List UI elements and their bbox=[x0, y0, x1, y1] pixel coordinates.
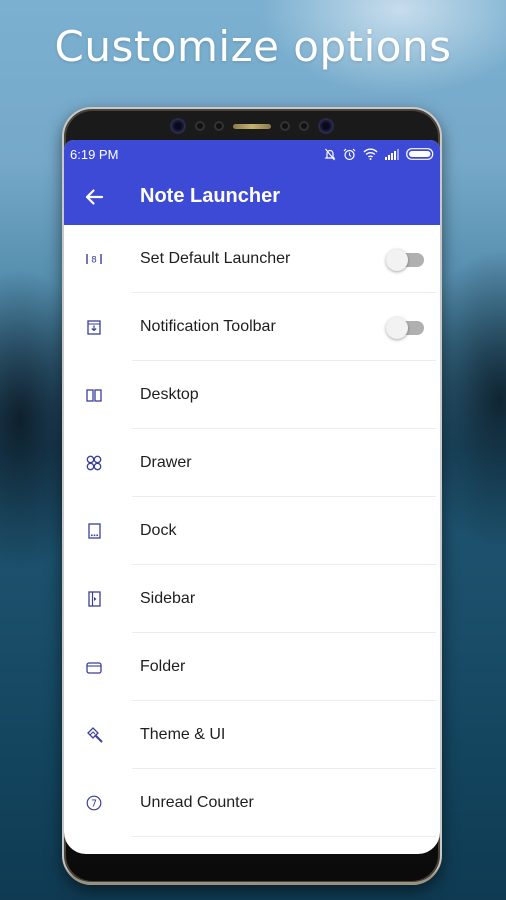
sensor-icon bbox=[214, 121, 224, 131]
iris-camera-icon bbox=[318, 118, 334, 134]
desktop-icon bbox=[64, 388, 124, 402]
toggle-thumb bbox=[386, 317, 408, 339]
settings-item-set-default-launcher[interactable]: 8 Set Default Launcher bbox=[64, 225, 440, 293]
phone-sensor-bar bbox=[170, 117, 334, 135]
silent-bell-icon bbox=[324, 148, 336, 160]
settings-item-label: Dock bbox=[140, 522, 177, 539]
toggle-thumb bbox=[386, 249, 408, 271]
settings-list: 8 Set Default Launcher Notification Tool… bbox=[64, 225, 440, 837]
settings-item-label: Theme & UI bbox=[140, 726, 226, 743]
sensor-icon bbox=[195, 121, 205, 131]
settings-item-dock[interactable]: Dock bbox=[64, 497, 440, 565]
wifi-icon bbox=[363, 148, 378, 160]
status-time: 6:19 PM bbox=[70, 146, 119, 162]
alarm-icon bbox=[343, 148, 356, 160]
sidebar-icon bbox=[64, 591, 124, 607]
folder-icon bbox=[64, 661, 124, 674]
app-bar: 6:19 PM Note Launcher bbox=[64, 140, 440, 225]
battery-icon bbox=[406, 148, 434, 160]
svg-text:8: 8 bbox=[91, 256, 97, 266]
settings-item-drawer[interactable]: Drawer bbox=[64, 429, 440, 497]
earpiece-speaker-icon bbox=[233, 123, 271, 129]
back-button[interactable] bbox=[64, 168, 124, 225]
theme-brush-icon bbox=[64, 726, 124, 744]
default-launcher-icon: 8 bbox=[64, 253, 124, 265]
unread-counter-icon: 7 bbox=[64, 795, 124, 811]
settings-item-label: Drawer bbox=[140, 454, 192, 471]
settings-item-label: Set Default Launcher bbox=[140, 250, 291, 267]
settings-item-folder[interactable]: Folder bbox=[64, 633, 440, 701]
front-camera-icon bbox=[170, 118, 186, 134]
dock-icon bbox=[64, 523, 124, 539]
settings-item-label: Unread Counter bbox=[140, 794, 254, 811]
page-title: Note Launcher bbox=[140, 185, 281, 207]
settings-item-notification-toolbar[interactable]: Notification Toolbar bbox=[64, 293, 440, 361]
notification-toolbar-icon bbox=[64, 319, 124, 335]
arrow-left-icon bbox=[85, 188, 104, 205]
settings-item-label: Notification Toolbar bbox=[140, 318, 276, 335]
drawer-icon bbox=[64, 455, 124, 471]
sensor-icon bbox=[280, 121, 290, 131]
sensor-icon bbox=[299, 121, 309, 131]
notification-toolbar-toggle[interactable] bbox=[386, 317, 424, 339]
settings-item-theme-ui[interactable]: Theme & UI bbox=[64, 701, 440, 769]
settings-item-label: Folder bbox=[140, 658, 186, 675]
set-default-launcher-toggle[interactable] bbox=[386, 249, 424, 271]
settings-item-desktop[interactable]: Desktop bbox=[64, 361, 440, 429]
phone-screen: 6:19 PM Note Launcher 8 Set Default Laun… bbox=[64, 140, 440, 854]
promo-headline: Customize options bbox=[54, 22, 452, 71]
toolbar: Note Launcher bbox=[64, 168, 440, 225]
settings-item-label: Sidebar bbox=[140, 590, 196, 607]
status-bar: 6:19 PM bbox=[64, 140, 440, 168]
settings-item-unread-counter[interactable]: 7 Unread Counter bbox=[64, 769, 440, 837]
divider bbox=[132, 836, 436, 837]
settings-item-sidebar[interactable]: Sidebar bbox=[64, 565, 440, 633]
signal-icon bbox=[385, 148, 399, 160]
svg-text:7: 7 bbox=[91, 799, 97, 810]
settings-item-label: Desktop bbox=[140, 386, 199, 403]
